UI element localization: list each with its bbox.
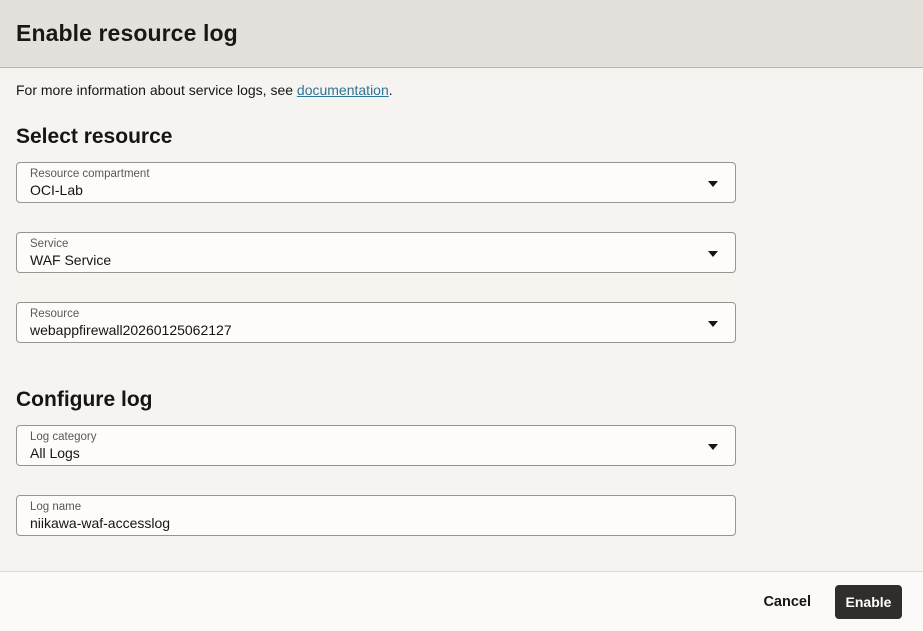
field-value: WAF Service xyxy=(30,252,112,268)
field-label: Resource compartment xyxy=(30,168,150,180)
select-resource-compartment[interactable]: Resource compartment OCI-Lab xyxy=(16,162,736,203)
form-sections: Select resource Resource compartment OCI-L… xyxy=(16,125,907,536)
field-value: webappfirewall20260125062127 xyxy=(30,322,232,338)
cancel-button[interactable]: Cancel xyxy=(759,586,815,618)
input-log-name[interactable]: Log name niikawa-waf-accesslog xyxy=(16,495,736,536)
chevron-down-icon xyxy=(708,321,718,327)
select-service[interactable]: Service WAF Service xyxy=(16,232,736,273)
enable-resource-log-dialog: Enable resource log For more information… xyxy=(0,0,923,631)
dialog-body: For more information about service logs,… xyxy=(0,68,923,571)
documentation-link[interactable]: documentation xyxy=(297,82,389,98)
intro-text-before-link: For more information about service logs,… xyxy=(16,82,297,98)
intro-text-after-link: . xyxy=(388,82,393,98)
field-label: Log name xyxy=(30,501,82,513)
section-heading-configure-log: Configure log xyxy=(16,388,153,411)
intro-text: For more information about service logs,… xyxy=(16,82,907,99)
chevron-down-icon xyxy=(708,444,718,450)
field-value: All Logs xyxy=(30,445,80,461)
chevron-down-icon xyxy=(708,181,718,187)
chevron-down-icon xyxy=(708,251,718,257)
dialog-footer: Cancel Enable xyxy=(0,571,923,631)
section-heading-select-resource: Select resource xyxy=(16,125,173,148)
dialog-title: Enable resource log xyxy=(16,20,238,46)
dialog-header: Enable resource log xyxy=(0,0,923,68)
field-label: Log category xyxy=(30,431,97,443)
enable-button[interactable]: Enable xyxy=(835,584,902,619)
field-value: niikawa-waf-accesslog xyxy=(30,515,171,531)
field-value: OCI-Lab xyxy=(30,182,83,198)
field-label: Resource xyxy=(30,308,80,320)
select-resource[interactable]: Resource webappfirewall20260125062127 xyxy=(16,302,736,343)
field-label: Service xyxy=(30,238,69,250)
select-log-category[interactable]: Log category All Logs xyxy=(16,425,736,466)
